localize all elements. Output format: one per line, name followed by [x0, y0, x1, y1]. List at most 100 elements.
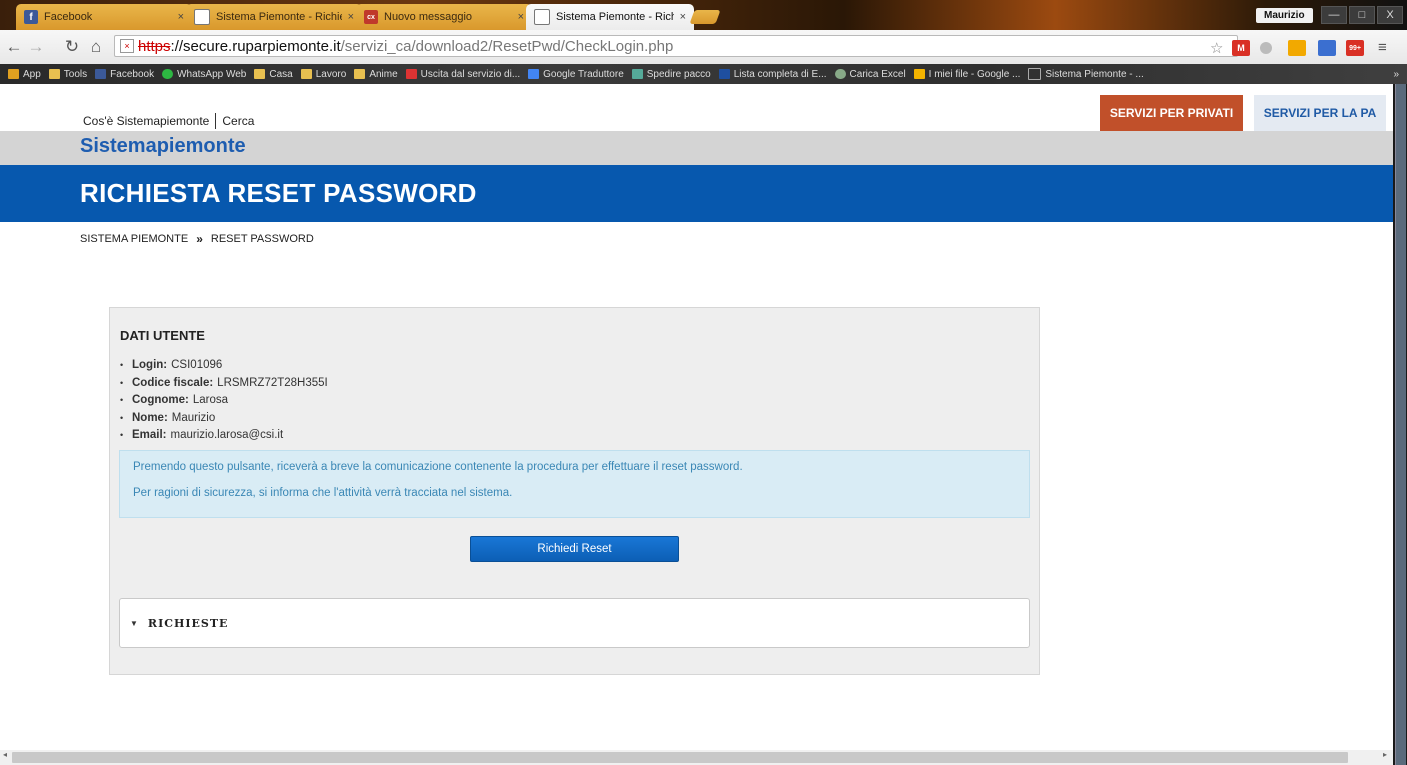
translate-icon: [528, 69, 540, 79]
folder-icon: [300, 69, 312, 79]
tab-label: Facebook: [44, 11, 93, 23]
close-icon[interactable]: ×: [680, 11, 686, 23]
bookmark-whatsapp[interactable]: WhatsApp Web: [162, 69, 246, 80]
list-item: • Nome: Maurizio: [120, 410, 328, 428]
folder-icon: [254, 69, 266, 79]
bookmark-sistema-piemonte[interactable]: Sistema Piemonte - ...: [1028, 68, 1144, 80]
extension-icon[interactable]: [1260, 42, 1272, 54]
bookmark-spedire-pacco[interactable]: Spedire pacco: [631, 68, 711, 80]
page-icon: [194, 9, 210, 25]
scrollbar-thumb[interactable]: [12, 752, 1348, 763]
close-icon[interactable]: ×: [178, 11, 184, 23]
breadcrumb-home[interactable]: SISTEMA PIEMONTE: [80, 233, 188, 245]
breadcrumb-separator: »: [196, 232, 203, 246]
minimize-button[interactable]: —: [1321, 6, 1347, 24]
services-private-button[interactable]: SERVIZI PER PRIVATI: [1100, 95, 1243, 131]
reload-icon[interactable]: ↻: [62, 37, 82, 57]
field-value: Maurizio: [171, 411, 216, 424]
info-alert: Premendo questo pulsante, riceverà a bre…: [119, 450, 1030, 518]
page-icon: [1028, 68, 1042, 80]
insecure-lock-icon[interactable]: ×: [120, 39, 134, 53]
notification-extension-icon[interactable]: 99+: [1346, 40, 1364, 56]
bookmark-label: Google Traduttore: [543, 68, 624, 80]
site-brand[interactable]: Sistemapiemonte: [80, 135, 246, 158]
package-icon: [631, 69, 643, 79]
list-item: • Email: maurizio.larosa@csi.it: [120, 427, 328, 445]
request-reset-button[interactable]: Richiedi Reset: [470, 536, 679, 562]
bookmarks-overflow-icon[interactable]: »: [1393, 69, 1399, 80]
maximize-button[interactable]: □: [1349, 6, 1375, 24]
page-banner: RICHIESTA RESET PASSWORD: [0, 165, 1393, 222]
bookmark-label: Spedire pacco: [646, 68, 711, 80]
bookmark-star-icon[interactable]: ☆: [1210, 39, 1223, 57]
url-path: /servizi_ca/download2/ResetPwd/CheckLogi…: [340, 37, 674, 55]
scrollbar-thumb[interactable]: [1395, 84, 1406, 765]
services-pa-button[interactable]: SERVIZI PER LA PA: [1254, 95, 1386, 131]
tab-sistema-piemonte-active[interactable]: Sistema Piemonte - Richie ×: [526, 4, 694, 30]
bookmark-label: Casa: [269, 68, 293, 80]
bookmark-facebook[interactable]: Facebook: [95, 69, 154, 80]
close-icon[interactable]: ×: [348, 11, 354, 23]
bookmark-label: WhatsApp Web: [177, 68, 247, 80]
user-data-panel: DATI UTENTE • Login: CSI01096 • Codice fisc…: [109, 307, 1040, 675]
menu-icon[interactable]: ≡: [1378, 39, 1387, 56]
field-key: Login:: [132, 359, 168, 371]
browser-toolbar: ← → ↻ ⌂ × https ://secure.ruparpiemonte.…: [0, 30, 1407, 64]
field-value: maurizio.larosa@csi.it: [170, 429, 284, 441]
bookmark-uscita[interactable]: Uscita dal servizio di...: [405, 68, 521, 80]
bookmark-label: Lista completa di E...: [733, 68, 827, 80]
page-icon: [534, 9, 550, 25]
bookmark-label: I miei file - Google ...: [928, 68, 1021, 80]
back-icon[interactable]: ←: [4, 37, 24, 57]
bookmark-tools[interactable]: Tools: [48, 68, 88, 80]
bookmark-lista-completa[interactable]: Lista completa di E...: [718, 68, 827, 80]
vertical-scrollbar[interactable]: [1393, 84, 1407, 765]
new-tab-button[interactable]: [689, 10, 721, 24]
bookmark-anime[interactable]: Anime: [354, 69, 398, 80]
profile-button[interactable]: Maurizio: [1256, 8, 1313, 23]
user-field-list: • Login: CSI01096 • Codice fiscale: LRSMRZ72…: [120, 357, 328, 445]
search-link[interactable]: Cerca: [222, 114, 254, 128]
bookmark-casa[interactable]: Casa: [254, 68, 293, 80]
field-value: CSI01096: [171, 359, 223, 371]
close-icon[interactable]: ×: [518, 11, 524, 23]
tab-label: Nuovo messaggio: [384, 11, 473, 23]
tab-sistema-piemonte-1[interactable]: Sistema Piemonte - Richie ×: [186, 4, 362, 30]
url-scheme: https: [138, 37, 171, 55]
bookmark-carica-excel[interactable]: Carica Excel: [834, 69, 906, 80]
address-bar[interactable]: × https ://secure.ruparpiemonte.it /serv…: [114, 35, 1238, 57]
folder-icon: [354, 69, 366, 79]
tab-facebook[interactable]: f Facebook ×: [16, 4, 192, 30]
url-host: ://secure.ruparpiemonte.it: [170, 37, 341, 55]
scroll-left-icon[interactable]: ◂: [3, 750, 7, 759]
bookmark-lavoro[interactable]: Lavoro: [300, 68, 347, 80]
tab-label: Sistema Piemonte - Richie: [556, 11, 674, 23]
excel-icon: [834, 69, 846, 79]
field-key: Cognome:: [132, 394, 189, 406]
requests-accordion[interactable]: ▼ RICHIESTE: [119, 598, 1030, 648]
tab-nuovo-messaggio[interactable]: cx Nuovo messaggio ×: [356, 4, 532, 30]
horizontal-scrollbar[interactable]: ◂ ▸: [0, 750, 1393, 765]
about-link[interactable]: Cos'è Sistemapiemonte: [83, 114, 209, 128]
field-key: Codice fiscale:: [132, 376, 214, 389]
bookmark-app[interactable]: App: [8, 69, 41, 80]
bookmark-label: Tools: [63, 68, 88, 80]
bookmark-label: App: [23, 68, 41, 80]
breadcrumb-current: RESET PASSWORD: [210, 233, 314, 245]
bookmark-label: Uscita dal servizio di...: [420, 68, 521, 80]
bookmark-google-traduttore[interactable]: Google Traduttore: [528, 69, 624, 80]
site-header: Sistemapiemonte: [0, 131, 1393, 165]
forward-icon[interactable]: →: [26, 37, 46, 57]
bookmark-google-drive[interactable]: I miei file - Google ...: [913, 68, 1021, 80]
gmail-extension-icon[interactable]: M: [1232, 40, 1250, 56]
no-entry-icon: [405, 69, 417, 79]
extension-icon[interactable]: [1318, 40, 1336, 56]
tab-label: Sistema Piemonte - Richie: [216, 11, 342, 23]
whatsapp-icon: [162, 69, 174, 79]
close-window-button[interactable]: X: [1377, 6, 1403, 24]
home-icon[interactable]: ⌂: [86, 37, 106, 57]
bookmark-label: Lavoro: [315, 68, 347, 80]
scroll-right-icon[interactable]: ▸: [1383, 750, 1387, 759]
list-item: • Cognome: Larosa: [120, 392, 328, 410]
weather-extension-icon[interactable]: [1288, 40, 1306, 56]
